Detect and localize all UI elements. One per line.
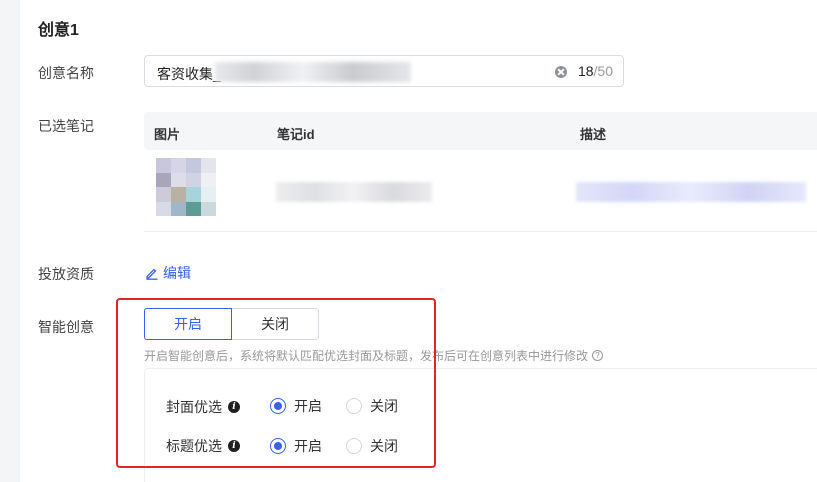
smart-creative-on-button[interactable]: 开启 (144, 308, 232, 340)
note-thumbnail (156, 158, 216, 216)
redacted-note-id (276, 182, 432, 202)
char-count-max: /50 (593, 63, 613, 79)
left-gutter (0, 0, 20, 482)
creative-name-input[interactable]: 客资收集_ 18/50 (144, 55, 624, 87)
creative-name-value: 客资收集_ (157, 66, 221, 82)
clear-icon[interactable] (555, 66, 567, 78)
help-icon[interactable]: ? (592, 350, 604, 361)
selected-notes-label: 已选笔记 (38, 118, 94, 134)
creative-name-label: 创意名称 (38, 65, 94, 81)
redacted-name-text (215, 62, 411, 82)
char-count-current: 18 (577, 63, 594, 79)
column-header-note-id: 笔记id (277, 127, 315, 142)
creative-title: 创意1 (38, 22, 79, 39)
edit-qualification-link[interactable]: 编辑 (145, 263, 191, 283)
qualification-label: 投放资质 (38, 266, 94, 282)
edit-icon (146, 268, 158, 280)
column-header-description: 描述 (580, 127, 607, 142)
smart-creative-label: 智能创意 (38, 319, 94, 335)
char-counter: 18/50 (578, 63, 613, 79)
column-header-image: 图片 (154, 127, 181, 142)
redacted-description (576, 182, 806, 202)
table-row (144, 150, 817, 232)
notes-table-header: 图片 笔记id 描述 (144, 112, 817, 150)
edit-link-label: 编辑 (163, 265, 191, 281)
